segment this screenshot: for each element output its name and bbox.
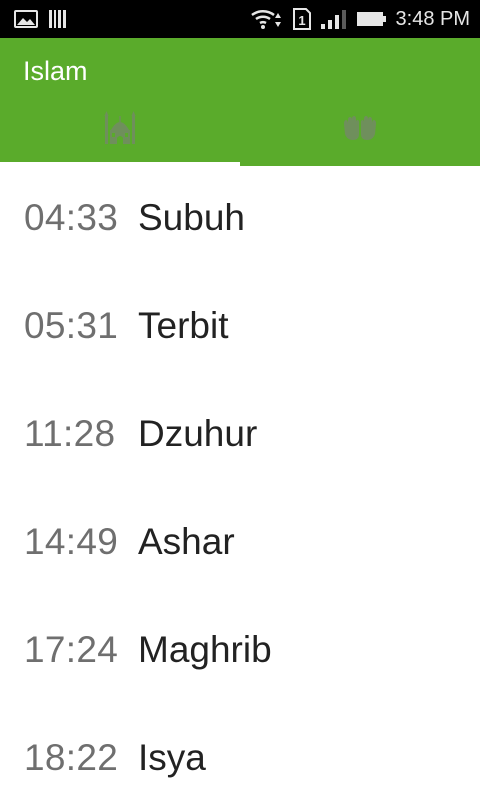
prayer-name: Dzuhur (138, 413, 258, 454)
prayer-time: 04:33 (24, 197, 119, 238)
prayer-name: Ashar (138, 521, 235, 562)
status-left-icons (14, 8, 68, 30)
sim-slot-label: 1 (298, 13, 305, 28)
prayer-row-isya: 18:22 Isya (0, 706, 480, 800)
status-time: 3:48 PM (395, 7, 470, 30)
mosque-icon (103, 110, 137, 151)
barcode-icon (48, 8, 68, 30)
tab-bar (0, 100, 480, 166)
prayer-time: 17:24 (24, 629, 119, 670)
prayer-row-ashar: 14:49 Ashar (0, 490, 480, 598)
wifi-icon (250, 7, 284, 31)
prayer-times-list: 04:33 Subuh 05:31 Terbit 11:28 Dzuhur 14… (0, 166, 480, 800)
prayer-name: Terbit (138, 305, 229, 346)
tab-prayers[interactable] (240, 100, 480, 166)
prayer-time: 11:28 (24, 413, 116, 454)
prayer-name: Subuh (138, 197, 245, 238)
tab-prayer-times[interactable] (0, 100, 240, 166)
prayer-time: 18:22 (24, 737, 119, 778)
prayer-row-subuh: 04:33 Subuh (0, 166, 480, 274)
app-title: Islam (23, 56, 88, 86)
praying-hands-icon (341, 114, 379, 147)
prayer-name: Maghrib (138, 629, 272, 670)
prayer-row-maghrib: 17:24 Maghrib (0, 598, 480, 706)
sim-icon: 1 (292, 7, 312, 31)
signal-icon (320, 8, 348, 30)
app-bar: Islam (0, 38, 480, 166)
prayer-time: 05:31 (24, 305, 119, 346)
prayer-name: Isya (138, 737, 206, 778)
battery-icon (356, 9, 388, 29)
gallery-icon (14, 9, 38, 29)
status-bar: 1 3:48 PM (0, 0, 480, 38)
status-right-icons: 1 3:48 PM (250, 7, 470, 31)
prayer-row-dzuhur: 11:28 Dzuhur (0, 382, 480, 490)
prayer-row-terbit: 05:31 Terbit (0, 274, 480, 382)
prayer-time: 14:49 (24, 521, 119, 562)
